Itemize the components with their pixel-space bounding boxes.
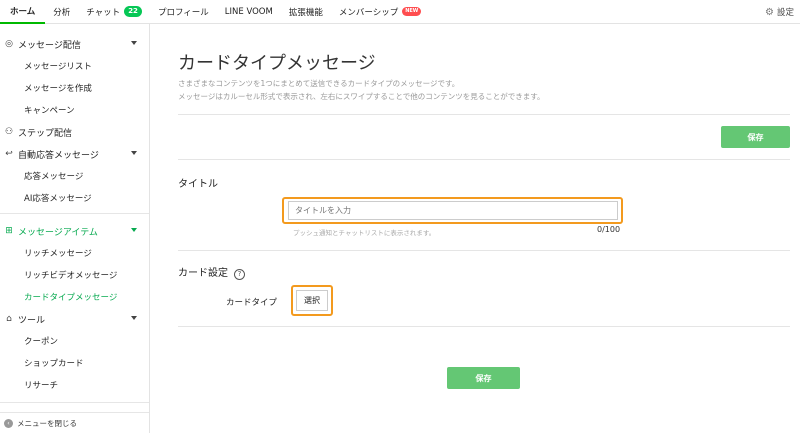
divider	[178, 114, 790, 115]
save-button-bottom[interactable]: 保存	[447, 367, 520, 389]
sidebar-item-ai-response[interactable]: AI応答メッセージ	[24, 187, 92, 209]
chevron-left-icon: ‹	[4, 418, 13, 428]
help-icon[interactable]: ?	[234, 269, 245, 280]
sidebar-group-message-items[interactable]: ⊞ メッセージアイテム	[0, 220, 149, 242]
sidebar-item-shop-card[interactable]: ショップカード	[24, 352, 84, 374]
page-title: カードタイプメッセージ	[178, 53, 376, 74]
sidebar-item-research[interactable]: リサーチ	[24, 374, 58, 396]
divider	[178, 159, 790, 160]
sidebar-item-step-delivery[interactable]: ⚇ ステップ配信	[0, 121, 149, 143]
sidebar-group-label: 自動応答メッセージ	[18, 150, 99, 161]
title-input[interactable]	[288, 201, 618, 220]
close-menu-label: メニューを閉じる	[17, 418, 77, 428]
new-badge: NEW	[402, 7, 422, 16]
tab-profile-label: プロフィール	[157, 7, 209, 18]
sidebar: ◎ メッセージ配信 メッセージリスト メッセージを作成 キャンペーン ⚇ ステッ…	[0, 24, 150, 433]
card-type-label: カードタイプ	[226, 298, 278, 308]
tab-membership-label: メンバーシップ	[338, 7, 399, 18]
reply-icon: ↩	[5, 149, 13, 159]
title-hint: プッシュ通知とチャットリストに表示されます。	[293, 229, 436, 237]
sidebar-item-create-message[interactable]: メッセージを作成	[24, 77, 92, 99]
sidebar-group-label: ステップ配信	[18, 128, 73, 139]
page-description-line-2: メッセージはカルーセル形式で表示され、左右にスワイプすることで他のコンテンツを見…	[178, 92, 545, 101]
chevron-down-icon	[131, 228, 137, 232]
card-settings-heading: カード設定?	[178, 264, 245, 280]
sidebar-item-rich-video-message[interactable]: リッチビデオメッセージ	[24, 264, 117, 286]
chevron-down-icon	[131, 41, 137, 45]
tab-analytics-label: 分析	[53, 7, 71, 18]
chevron-down-icon	[131, 316, 137, 320]
sidebar-group-auto-response[interactable]: ↩ 自動応答メッセージ	[0, 143, 149, 165]
sidebar-divider	[0, 213, 149, 214]
tab-chat[interactable]: チャット 22	[78, 0, 150, 24]
gear-icon: ⚙	[765, 6, 774, 18]
step-tree-icon: ⚇	[4, 127, 14, 137]
divider	[178, 250, 790, 251]
sidebar-group-tools[interactable]: ⌂ ツール	[0, 308, 149, 330]
sidebar-group-label: メッセージアイテム	[18, 227, 98, 238]
sidebar-group-label: ツール	[18, 315, 46, 326]
card-type-select-button[interactable]: 選択	[296, 290, 328, 311]
close-menu-button[interactable]: ‹ メニューを閉じる	[0, 412, 149, 433]
divider	[178, 326, 790, 327]
title-section-heading: タイトル	[178, 179, 218, 190]
tab-line-voom-label: LINE VOOM	[224, 6, 273, 17]
top-navigation: ホーム 分析 チャット 22 プロフィール LINE VOOM 拡張機能 メンバー…	[0, 0, 800, 24]
tab-profile[interactable]: プロフィール	[150, 0, 217, 24]
message-item-icon: ⊞	[5, 226, 13, 236]
tab-chat-label: チャット	[86, 7, 121, 18]
tab-home-label: ホーム	[10, 6, 36, 17]
shop-icon: ⌂	[6, 314, 12, 324]
sidebar-group-message-delivery[interactable]: ◎ メッセージ配信	[0, 33, 149, 55]
save-button-top[interactable]: 保存	[721, 126, 790, 148]
settings-link[interactable]: ⚙ 設定	[765, 0, 794, 24]
tab-membership[interactable]: メンバーシップ NEW	[331, 0, 429, 24]
sidebar-item-rich-message[interactable]: リッチメッセージ	[24, 242, 92, 264]
sidebar-item-message-list[interactable]: メッセージリスト	[24, 55, 92, 77]
sidebar-divider	[0, 402, 149, 403]
chat-count-badge: 22	[124, 6, 142, 17]
sidebar-item-card-type-message[interactable]: カードタイプメッセージ	[24, 286, 117, 308]
settings-label: 設定	[776, 8, 794, 18]
page-description-line-1: さまざまなコンテンツを1つにまとめて送信できるカードタイプのメッセージです。	[178, 79, 460, 88]
tab-line-voom[interactable]: LINE VOOM	[217, 0, 281, 24]
sidebar-item-campaign[interactable]: キャンペーン	[24, 99, 75, 121]
tab-analytics[interactable]: 分析	[45, 0, 78, 24]
sidebar-item-coupon[interactable]: クーポン	[24, 330, 58, 352]
tab-extensions-label: 拡張機能	[288, 7, 323, 18]
broadcast-icon: ◎	[5, 39, 13, 49]
card-settings-label: カード設定	[178, 268, 228, 279]
title-char-counter: 0/100	[597, 225, 621, 234]
main-content: カードタイプメッセージ さまざまなコンテンツを1つにまとめて送信できるカードタイ…	[151, 24, 800, 433]
tab-home[interactable]: ホーム	[0, 0, 46, 24]
sidebar-item-response-message[interactable]: 応答メッセージ	[24, 165, 83, 187]
sidebar-group-label: メッセージ配信	[18, 40, 81, 51]
tab-extensions[interactable]: 拡張機能	[281, 0, 331, 24]
chevron-down-icon	[131, 151, 137, 155]
